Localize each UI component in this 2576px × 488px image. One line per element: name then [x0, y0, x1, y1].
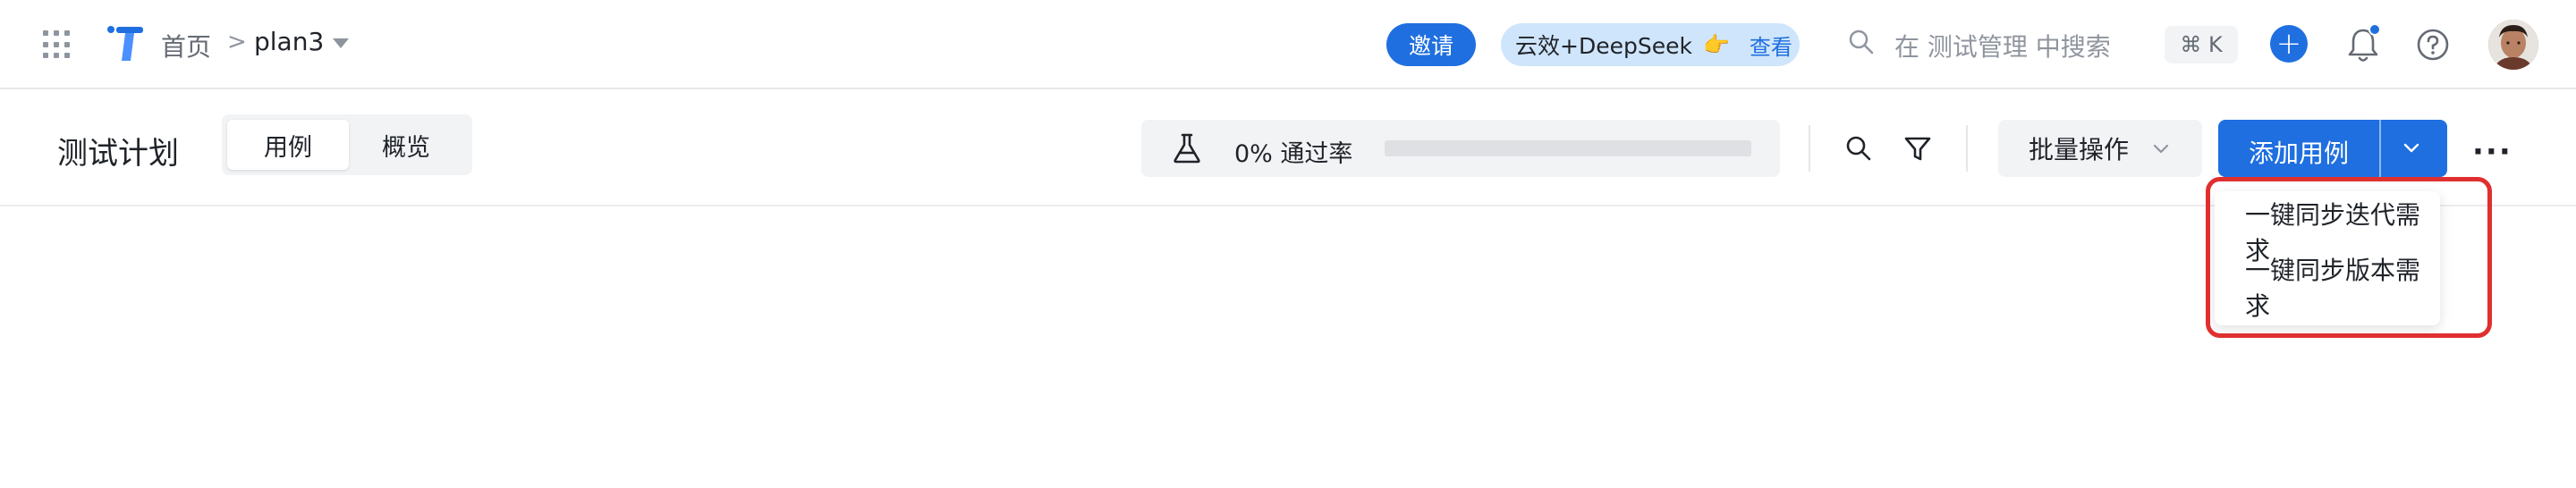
filter-icon[interactable] — [1903, 134, 1932, 163]
deepseek-promo-banner[interactable]: 云效+DeepSeek 👉 查看 — [1501, 23, 1800, 66]
add-case-button[interactable]: 添加用例 — [2218, 120, 2447, 177]
chevron-down-icon[interactable] — [2401, 139, 2422, 157]
toolbar-divider — [1966, 125, 1968, 172]
logo-icon[interactable] — [106, 25, 145, 63]
batch-operations-label: 批量操作 — [2029, 135, 2130, 164]
view-tabs: 用例 概览 — [222, 114, 472, 175]
breadcrumb-project[interactable]: plan3 — [254, 27, 324, 56]
more-options-icon[interactable]: ··· — [2472, 134, 2512, 170]
split-divider — [2379, 120, 2381, 177]
search-icon[interactable] — [1844, 134, 1873, 163]
invite-button[interactable]: 邀请 — [1386, 23, 1476, 66]
flask-icon — [1174, 133, 1200, 164]
pointing-hand-icon: 👉 — [1702, 32, 1730, 57]
tab-cases[interactable]: 用例 — [227, 120, 349, 170]
apps-grid-icon[interactable] — [43, 30, 72, 59]
tab-overview[interactable]: 概览 — [345, 120, 467, 170]
breadcrumb-separator: > — [227, 29, 247, 55]
header-divider — [0, 205, 2576, 206]
toolbar-divider — [1809, 125, 1810, 172]
promo-view-link[interactable]: 查看 — [1750, 29, 1792, 61]
breadcrumb-home[interactable]: 首页 — [161, 28, 211, 63]
chevron-down-icon — [2153, 144, 2169, 154]
pass-rate-progress — [1385, 140, 1751, 156]
create-plus-button[interactable]: + — [2270, 25, 2308, 63]
notification-dot — [2368, 23, 2381, 36]
top-navigation-bar: 首页 > plan3 邀请 云效+DeepSeek 👉 查看 在 测试管理 中搜… — [0, 0, 2576, 89]
highlight-box — [2206, 177, 2492, 338]
page-title: 测试计划 — [57, 136, 179, 172]
batch-operations-button[interactable]: 批量操作 — [1998, 120, 2202, 177]
user-avatar[interactable] — [2488, 20, 2538, 70]
add-case-label: 添加用例 — [2249, 139, 2350, 168]
search-icon[interactable] — [1848, 29, 1875, 55]
pass-rate-text: 0% 通过率 — [1234, 140, 1353, 168]
caret-down-icon[interactable] — [333, 38, 349, 48]
global-search-input[interactable]: 在 测试管理 中搜索 — [1894, 28, 2111, 63]
promo-text: 云效+DeepSeek — [1515, 33, 1692, 59]
search-shortcut-badge: ⌘ K — [2165, 26, 2238, 63]
help-icon[interactable] — [2415, 27, 2451, 63]
